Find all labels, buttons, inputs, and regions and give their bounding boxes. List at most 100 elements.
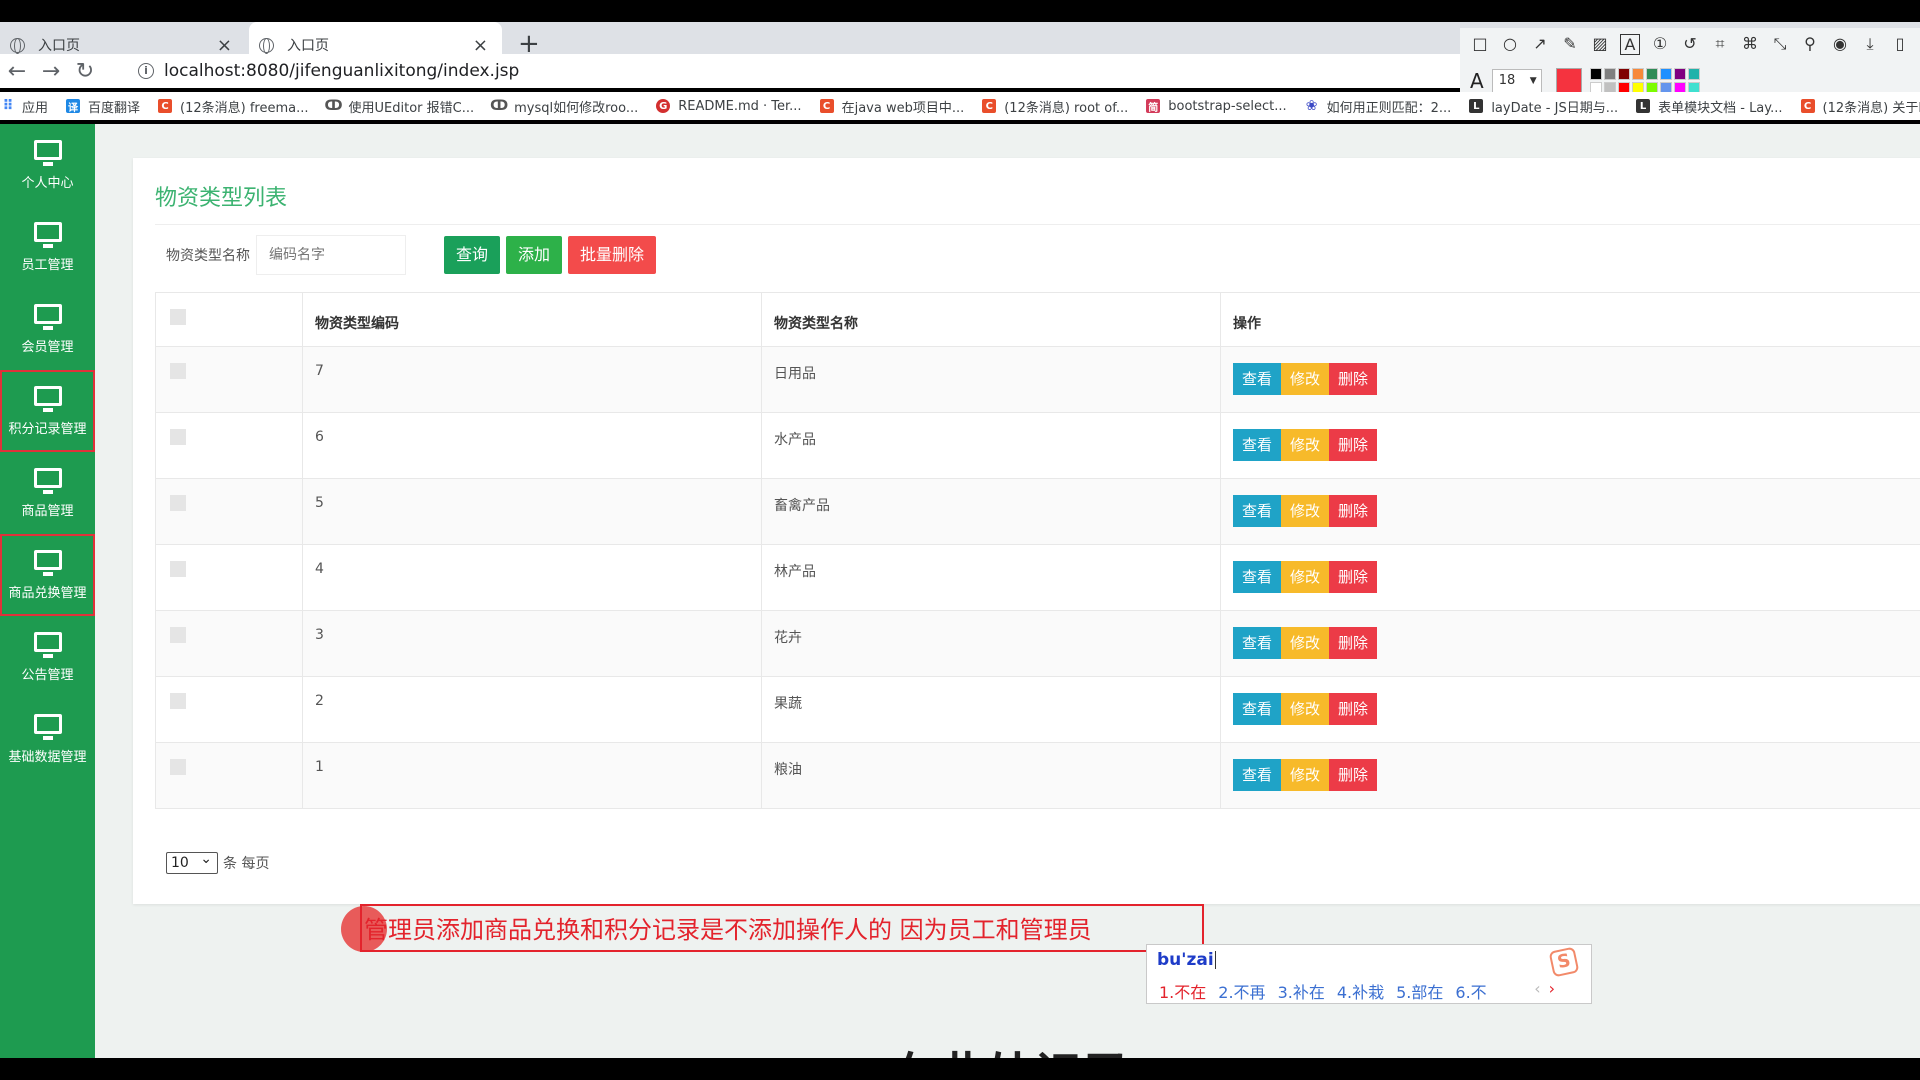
palette-swatch[interactable] [1631, 68, 1644, 80]
edit-button[interactable]: 修改 [1281, 759, 1330, 791]
view-button[interactable]: 查看 [1233, 759, 1282, 791]
crop-icon[interactable]: ⌗ [1710, 34, 1730, 55]
view-button[interactable]: 查看 [1233, 693, 1282, 725]
edit-button[interactable]: 修改 [1281, 627, 1330, 659]
view-button[interactable]: 查看 [1233, 429, 1282, 461]
row-checkbox[interactable] [170, 561, 186, 577]
pen-tool-icon[interactable]: ✎ [1560, 34, 1580, 55]
site-info-icon[interactable]: i [138, 63, 154, 79]
bookmark-item[interactable]: ↀ 使用UEditor 报错C... [325, 97, 475, 116]
sidebar-item[interactable]: 公告管理 [0, 616, 95, 698]
table-row: 3 花卉 查看 修改 删除 [155, 610, 1920, 677]
annotation-text[interactable]: 管理员添加商品兑换和积分记录是不添加操作人的 因为员工和管理员 [364, 910, 1092, 945]
view-button[interactable]: 查看 [1233, 363, 1282, 395]
bookmark-item[interactable]: C (12条消息) root of... [982, 97, 1128, 116]
ime-page-arrows[interactable]: ‹ › [1534, 979, 1555, 998]
arrow-tool-icon[interactable]: ↗ [1530, 34, 1550, 55]
delete-button[interactable]: 删除 [1329, 495, 1378, 527]
edit-button[interactable]: 修改 [1281, 363, 1330, 395]
palette-swatch[interactable] [1589, 68, 1602, 80]
rectangle-tool-icon[interactable]: □ [1470, 34, 1490, 55]
font-size-select[interactable]: 18 [1491, 69, 1542, 93]
batch-delete-button[interactable]: 批量删除 [568, 236, 657, 274]
edit-button[interactable]: 修改 [1281, 495, 1330, 527]
query-button[interactable]: 查询 [444, 236, 501, 274]
delete-button[interactable]: 删除 [1329, 363, 1378, 395]
delete-button[interactable]: 删除 [1329, 561, 1378, 593]
bookmark-apps[interactable]: ⠿ 应用 [0, 97, 48, 116]
record-icon[interactable]: ◉ [1830, 34, 1850, 55]
ime-candidate[interactable]: 4.补栽 [1337, 979, 1384, 1003]
next-page-icon[interactable]: › [1549, 979, 1555, 998]
bookmark-item[interactable]: C (12条消息) freema... [158, 97, 309, 116]
view-button[interactable]: 查看 [1233, 495, 1282, 527]
page-size-select[interactable]: 10 [166, 849, 218, 874]
row-checkbox[interactable] [170, 627, 186, 643]
palette-swatch[interactable] [1617, 68, 1630, 80]
view-button[interactable]: 查看 [1233, 561, 1282, 593]
delete-button[interactable]: 删除 [1329, 693, 1378, 725]
row-checkbox[interactable] [170, 693, 186, 709]
delete-button[interactable]: 删除 [1329, 429, 1378, 461]
bookmark-item[interactable]: ❀ 如何用正则匹配：2... [1305, 97, 1452, 116]
bookmark-item[interactable]: LlayDate - JS日期与... [1469, 97, 1618, 116]
bookmark-item[interactable]: C 在java web项目中... [819, 97, 964, 116]
ime-candidate[interactable]: 1.不在 [1159, 979, 1206, 1003]
select-all-checkbox[interactable] [170, 309, 186, 325]
color-palette [1589, 68, 1700, 94]
download-icon[interactable]: ⤓ [1860, 34, 1880, 55]
bookmark-item[interactable]: G README.md · Ter... [656, 99, 802, 114]
tab-title: 入口页 [38, 38, 80, 54]
ime-candidate[interactable]: 2.不再 [1218, 979, 1265, 1003]
close-tab-icon[interactable]: × [217, 35, 232, 56]
mosaic-tool-icon[interactable]: ▨ [1590, 34, 1610, 55]
palette-swatch[interactable] [1673, 68, 1686, 80]
palette-swatch[interactable] [1687, 68, 1700, 80]
bookmark-item[interactable]: 译百度翻译 [66, 97, 140, 116]
view-button[interactable]: 查看 [1233, 627, 1282, 659]
row-checkbox[interactable] [170, 363, 186, 379]
palette-swatch[interactable] [1659, 68, 1672, 80]
url-field[interactable]: localhost:8080/jifenguanlixitong/index.j… [164, 61, 519, 81]
close-tab-icon[interactable]: × [473, 35, 488, 56]
palette-swatch[interactable] [1603, 68, 1616, 80]
add-button[interactable]: 添加 [506, 236, 563, 274]
sidebar-item[interactable]: 商品管理 [0, 452, 95, 534]
collapse-icon[interactable]: ⤡ [1770, 34, 1790, 55]
ime-candidate[interactable]: 6.不 [1455, 979, 1486, 1003]
current-color-swatch[interactable] [1555, 68, 1582, 94]
sidebar-item[interactable]: 员工管理 [0, 206, 95, 288]
number-tool-icon[interactable]: ① [1650, 34, 1670, 55]
edit-button[interactable]: 修改 [1281, 561, 1330, 593]
bookmark-item[interactable]: ↀ mysql如何修改roo... [490, 97, 638, 116]
sidebar-item[interactable]: 积分记录管理 [0, 370, 95, 452]
pin-icon[interactable]: ⚲ [1800, 34, 1820, 55]
delete-button[interactable]: 删除 [1329, 759, 1378, 791]
ime-candidate[interactable]: 3.补在 [1278, 979, 1325, 1003]
ellipse-tool-icon[interactable]: ○ [1500, 34, 1520, 55]
sidebar-item[interactable]: 商品兑换管理 [0, 534, 95, 616]
sidebar-item[interactable]: 个人中心 [0, 124, 95, 206]
type-name-input[interactable] [256, 235, 406, 275]
text-tool-icon[interactable]: A [1620, 34, 1640, 55]
sidebar-item[interactable]: 基础数据管理 [0, 698, 95, 780]
edit-button[interactable]: 修改 [1281, 429, 1330, 461]
prev-page-icon[interactable]: ‹ [1534, 979, 1540, 998]
row-checkbox[interactable] [170, 495, 186, 511]
reload-icon[interactable]: ↻ [68, 59, 102, 84]
back-icon[interactable]: ← [0, 59, 34, 84]
undo-icon[interactable]: ↺ [1680, 34, 1700, 55]
bookmark-item[interactable]: C(12条消息) 关于lay... [1800, 97, 1920, 116]
bookmark-item[interactable]: 简 bootstrap-select... [1146, 99, 1287, 114]
device-icon[interactable]: ▯ [1890, 34, 1910, 55]
forward-icon[interactable]: → [34, 59, 68, 84]
ime-candidate[interactable]: 5.部在 [1396, 979, 1443, 1003]
edit-button[interactable]: 修改 [1281, 693, 1330, 725]
row-checkbox[interactable] [170, 429, 186, 445]
translate-icon[interactable]: ⌘ [1740, 34, 1760, 55]
delete-button[interactable]: 删除 [1329, 627, 1378, 659]
bookmark-item[interactable]: L 表单模块文档 - Lay... [1636, 97, 1783, 116]
sidebar-item[interactable]: 会员管理 [0, 288, 95, 370]
palette-swatch[interactable] [1645, 68, 1658, 80]
row-checkbox[interactable] [170, 759, 186, 775]
